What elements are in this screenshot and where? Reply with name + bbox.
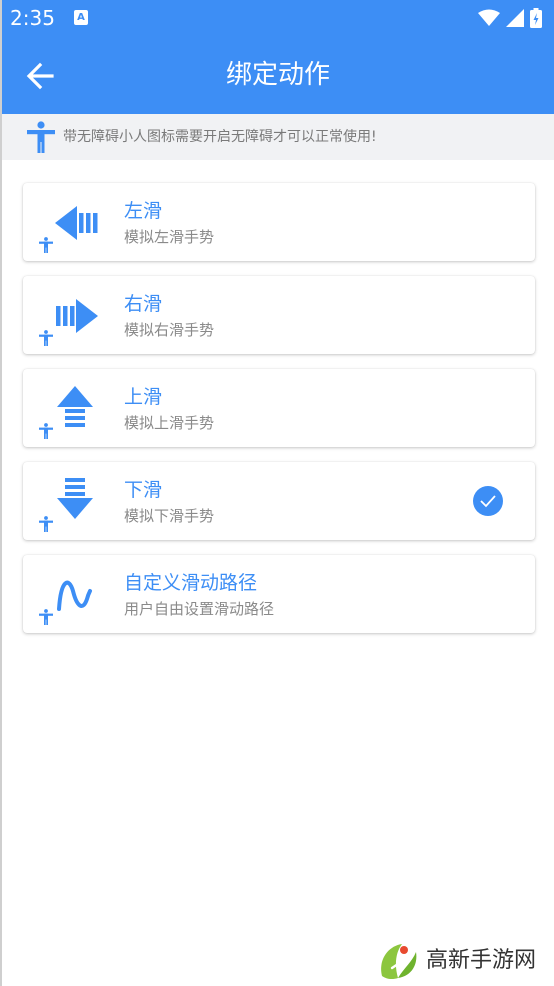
watermark-text: 高新手游网 — [426, 948, 537, 973]
action-list: 左滑 模拟左滑手势 右滑 模拟右滑手势 上滑 模拟上滑手势 下滑 模拟下滑手势 … — [23, 183, 535, 648]
watermark: 高新手游网 — [374, 938, 536, 984]
accessibility-badge-icon — [39, 330, 53, 346]
wifi-icon — [478, 9, 500, 26]
accessibility-badge-icon — [39, 237, 53, 253]
action-item-swipe-right[interactable]: 右滑 模拟右滑手势 — [23, 276, 535, 354]
swipe-down-icon — [57, 478, 93, 519]
action-title: 下滑 — [124, 479, 163, 501]
notice-text: 带无障碍小人图标需要开启无障碍才可以正常使用! — [63, 129, 377, 145]
action-item-swipe-left[interactable]: 左滑 模拟左滑手势 — [23, 183, 535, 261]
top-bar: 2:35 A 绑定动作 — [2, 0, 554, 114]
action-item-custom-path[interactable]: 自定义滑动路径 用户自由设置滑动路径 — [23, 555, 535, 633]
notification-icon: A — [74, 10, 88, 25]
swipe-up-icon — [57, 386, 93, 427]
action-subtitle: 模拟下滑手势 — [124, 507, 215, 525]
page-title: 绑定动作 — [225, 60, 330, 90]
action-title: 自定义滑动路径 — [124, 572, 258, 594]
action-title: 左滑 — [124, 200, 163, 222]
swipe-right-icon — [56, 299, 98, 333]
watermark-logo-icon — [375, 939, 419, 983]
app-screen: 2:35 A 绑定动作 带无障碍小人图标需要开启无障碍才可以正常使用! 左滑 模… — [0, 0, 554, 986]
accessibility-notice: 带无障碍小人图标需要开启无障碍才可以正常使用! — [2, 114, 554, 160]
selected-check-icon — [473, 486, 503, 516]
status-bar: 2:35 A — [2, 0, 554, 36]
action-subtitle: 模拟右滑手势 — [124, 321, 215, 339]
accessibility-icon — [27, 121, 55, 153]
action-subtitle: 用户自由设置滑动路径 — [124, 600, 275, 618]
custom-path-icon — [57, 580, 92, 611]
action-title: 上滑 — [124, 386, 163, 408]
battery-icon — [530, 8, 542, 28]
status-icons — [478, 8, 542, 28]
action-subtitle: 模拟左滑手势 — [124, 228, 215, 246]
accessibility-badge-icon — [39, 516, 53, 532]
action-item-swipe-down[interactable]: 下滑 模拟下滑手势 — [23, 462, 535, 540]
action-title: 右滑 — [124, 293, 163, 315]
action-item-swipe-up[interactable]: 上滑 模拟上滑手势 — [23, 369, 535, 447]
accessibility-badge-icon — [39, 423, 53, 439]
status-time: 2:35 — [10, 6, 55, 30]
action-subtitle: 模拟上滑手势 — [124, 414, 215, 432]
swipe-left-icon — [55, 206, 98, 240]
accessibility-badge-icon — [39, 609, 53, 625]
signal-icon — [506, 9, 524, 27]
